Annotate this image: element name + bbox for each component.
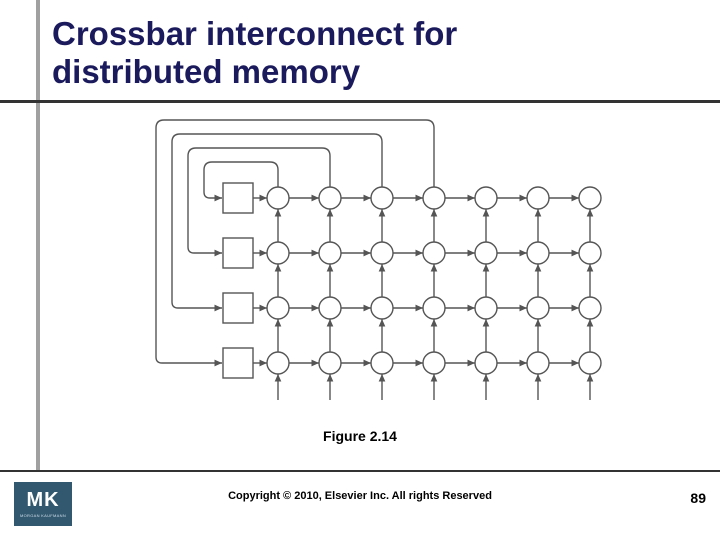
logo-subtext: MORGAN KAUFMANN bbox=[20, 513, 66, 518]
horizontal-rule-top bbox=[0, 100, 720, 103]
page-number: 89 bbox=[690, 490, 706, 506]
horizontal-rule-bottom bbox=[0, 470, 720, 472]
publisher-logo: MK MORGAN KAUFMANN bbox=[14, 482, 72, 526]
title-line-1: Crossbar interconnect for bbox=[52, 15, 457, 52]
figure-caption: Figure 2.14 bbox=[0, 428, 720, 444]
slide-title: Crossbar interconnect for distributed me… bbox=[52, 15, 457, 91]
crossbar-diagram bbox=[130, 110, 608, 420]
slide: Crossbar interconnect for distributed me… bbox=[0, 0, 720, 540]
copyright-text: Copyright © 2010, Elsevier Inc. All righ… bbox=[0, 490, 720, 502]
title-line-2: distributed memory bbox=[52, 53, 360, 90]
side-accent-line bbox=[36, 0, 40, 470]
